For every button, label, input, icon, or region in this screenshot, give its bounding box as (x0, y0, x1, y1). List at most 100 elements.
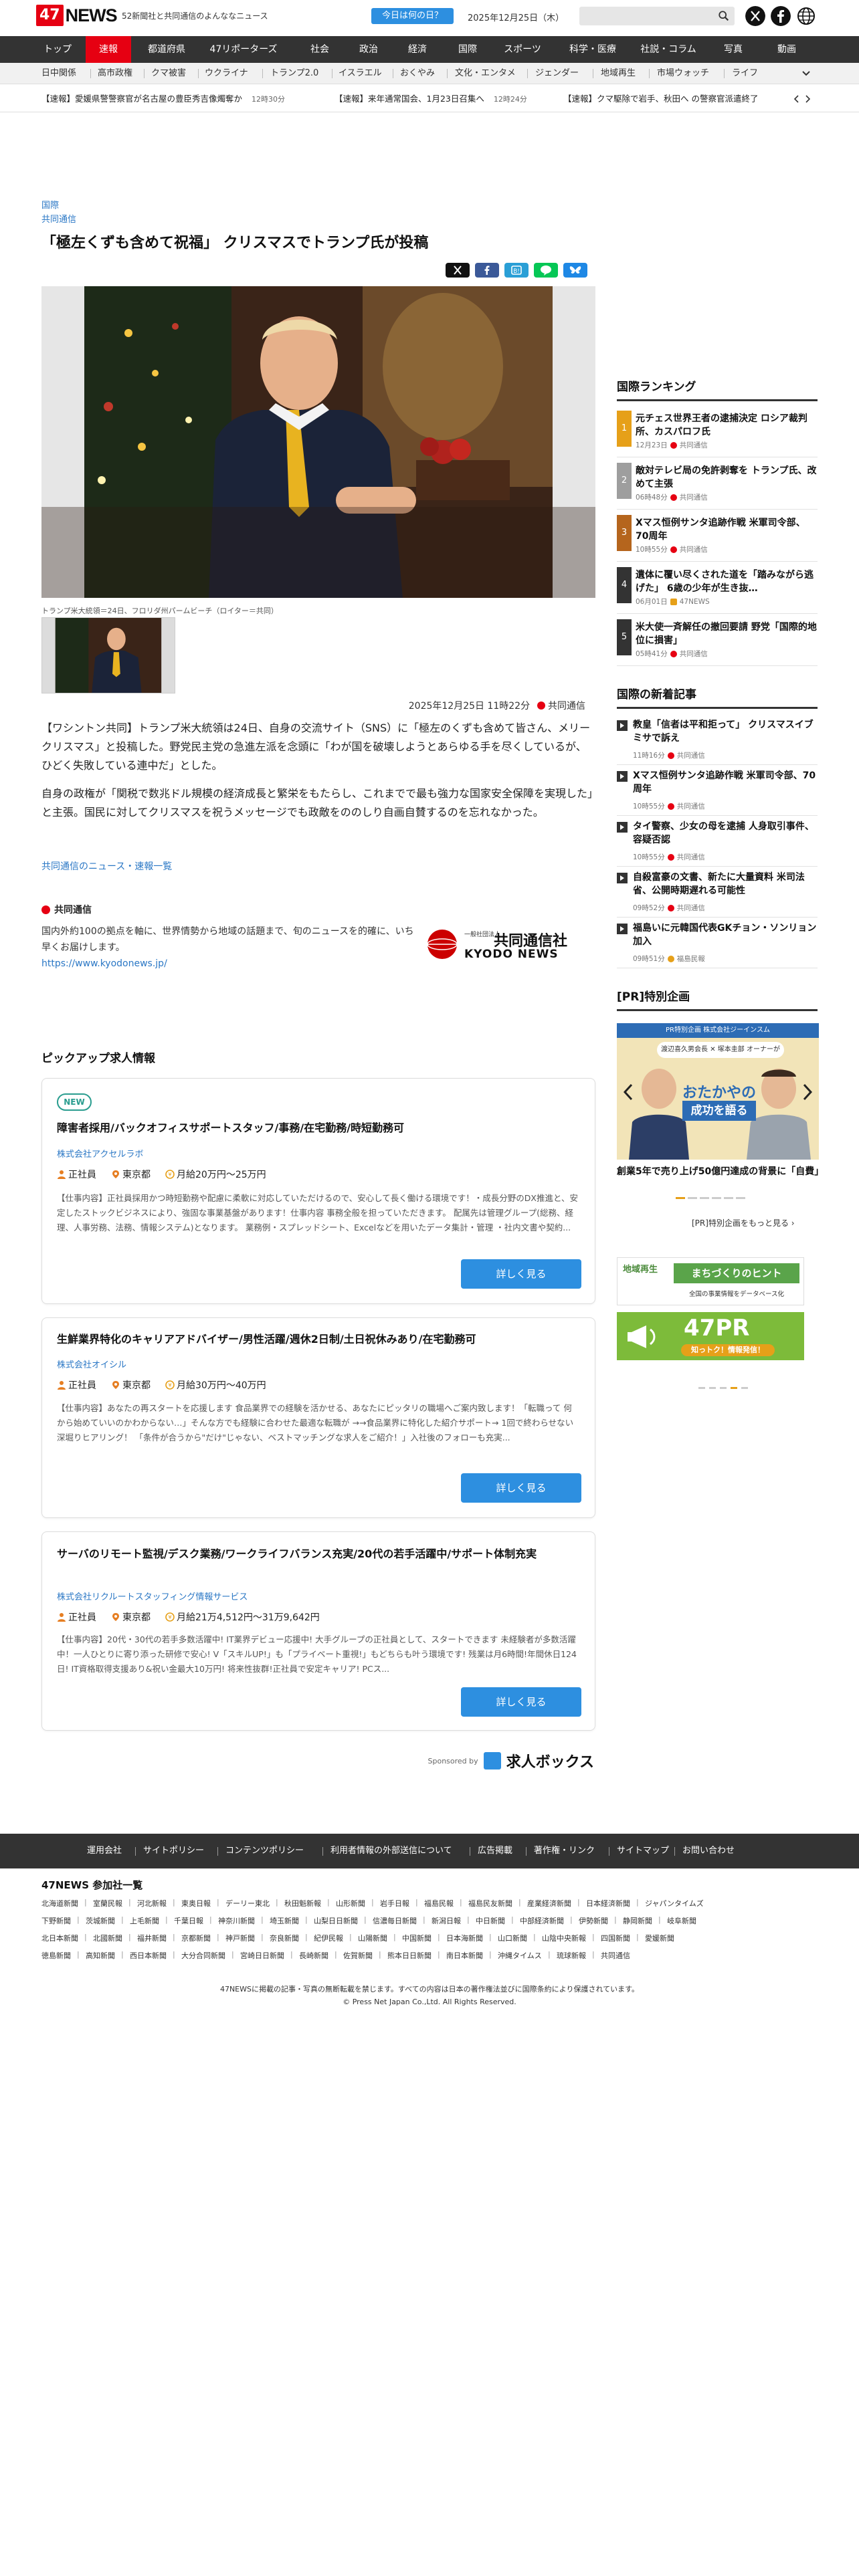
sponsor-credit[interactable]: Sponsored by 求人ボックス (424, 1751, 594, 1771)
member-link[interactable]: 福井新聞 (137, 1933, 167, 1943)
facebook-icon[interactable] (771, 6, 791, 26)
footer-link[interactable]: お問い合わせ (682, 1834, 735, 1868)
member-link[interactable]: 室蘭民報 (93, 1898, 122, 1909)
member-link[interactable]: 秋田魁新報 (284, 1898, 321, 1909)
share-line-icon[interactable] (534, 263, 558, 278)
ranking-item[interactable]: 3 Xマス恒例サンタ追跡作戦 米軍司令部、70周年 10時55分 共同通信 (617, 515, 818, 562)
member-link[interactable]: 中国新聞 (402, 1933, 432, 1943)
chevron-right-icon[interactable] (804, 95, 811, 103)
site-logo[interactable]: 47 NEWS (36, 4, 118, 27)
member-link[interactable]: 奈良新聞 (270, 1933, 299, 1943)
topic-item[interactable]: 市場ウォッチ (657, 63, 709, 84)
member-link[interactable]: 山梨日日新聞 (314, 1915, 358, 1926)
share-x-icon[interactable] (446, 263, 470, 278)
member-link[interactable]: デーリー東北 (225, 1898, 270, 1909)
member-link[interactable]: 佐賀新聞 (343, 1950, 373, 1961)
nav-item-society[interactable]: 社会 (294, 36, 345, 63)
ticker-item[interactable]: 【速報】来年通常国会、1月23日召集へ 12時24分 (335, 86, 527, 112)
topic-item[interactable]: トランプ2.0 (270, 63, 318, 84)
newest-item[interactable]: 教皇「信者は平和拒って」 クリスマスイブミサで訴え 11時16分 共同通信 (617, 718, 818, 765)
member-link[interactable]: 徳島新聞 (41, 1950, 71, 1961)
ad-banner-47pr[interactable]: 47PR 知っトク！情報発信！ (617, 1312, 804, 1360)
member-link[interactable]: 東奥日報 (181, 1898, 211, 1909)
ticker-item[interactable]: 【速報】クマ駆除で岩手、秋田へ の警察官派遣終了 (563, 86, 758, 112)
photo-thumbnail[interactable] (41, 617, 175, 693)
provider-url-link[interactable]: https://www.kyodonews.jp/ (41, 958, 167, 969)
member-link[interactable]: 上毛新聞 (130, 1915, 159, 1926)
member-link[interactable]: 南日本新聞 (446, 1950, 483, 1961)
footer-link[interactable]: 利用者情報の外部送信について (330, 1834, 452, 1868)
member-link[interactable]: 日本経済新聞 (586, 1898, 630, 1909)
topic-item[interactable]: 文化・エンタメ (455, 63, 516, 84)
search-icon[interactable] (718, 10, 730, 22)
nav-item-international[interactable]: 国際 (443, 36, 492, 63)
nav-item-video[interactable]: 動画 (763, 36, 811, 63)
job-details-button[interactable]: 詳しく見る (461, 1259, 581, 1289)
footer-link[interactable]: サイトマップ (617, 1834, 669, 1868)
ranking-item[interactable]: 2 敵対テレビ局の免許剥奪を トランプ氏、改めて主張 06時48分 共同通信 (617, 463, 818, 510)
nav-item-science[interactable]: 科学・医療 (559, 36, 626, 63)
member-link[interactable]: 下野新聞 (41, 1915, 71, 1926)
ranking-item[interactable]: 5 米大使一斉解任の撤回要請 野党「国際的地位に損害」 05時41分 共同通信 (617, 619, 818, 666)
ranking-item[interactable]: 4 遺体に覆い尽くされた道を「踏みながら逃げた」 6歳の少年が生き抜… 06月0… (617, 567, 818, 614)
nav-item-sports[interactable]: スポーツ (492, 36, 553, 63)
member-link[interactable]: 中部経済新聞 (520, 1915, 564, 1926)
share-bluesky-icon[interactable] (563, 263, 587, 278)
member-link[interactable]: 北國新聞 (93, 1933, 122, 1943)
globe-icon[interactable] (796, 6, 816, 26)
article-category[interactable]: 国際 (41, 198, 59, 211)
member-link[interactable]: ジャパンタイムズ (645, 1898, 704, 1909)
job-title[interactable]: 生鮮業界特化のキャリアアドバイザー/男性活躍/週休2日制/土日祝休みあり/在宅勤… (57, 1330, 585, 1349)
topic-item[interactable]: クマ被害 (151, 63, 186, 84)
member-link[interactable]: 神奈川新聞 (218, 1915, 255, 1926)
pr-carousel[interactable]: PR特別企画 株式会社ジーインスム 渡辺喜久男会長 ✕ 塚本圭部 オーナーが お… (617, 1023, 819, 1160)
footer-link[interactable]: 運用会社 (87, 1834, 122, 1868)
nav-item-economy[interactable]: 経済 (393, 36, 442, 63)
job-details-button[interactable]: 詳しく見る (461, 1473, 581, 1503)
member-link[interactable]: 河北新報 (137, 1898, 167, 1909)
topic-item[interactable]: ウクライナ (205, 63, 248, 84)
footer-link[interactable]: コンテンツポリシー (225, 1834, 304, 1868)
member-link[interactable]: 千葉日報 (174, 1915, 203, 1926)
ranking-item[interactable]: 1 元チェス世界王者の逮捕決定 ロシア裁判所、カスパロフ氏 12月23日 共同通信 (617, 411, 818, 457)
member-link[interactable]: 福島民報 (424, 1898, 454, 1909)
member-link[interactable]: 北日本新聞 (41, 1933, 78, 1943)
footer-link[interactable]: 広告掲載 (478, 1834, 512, 1868)
topic-item[interactable]: おくやみ (400, 63, 435, 84)
member-link[interactable]: 熊本日日新聞 (387, 1950, 432, 1961)
member-link[interactable]: 中日新聞 (476, 1915, 505, 1926)
nav-item-politics[interactable]: 政治 (345, 36, 392, 63)
job-title[interactable]: サーバのリモート監視/デスク業務/ワークライフバランス充実/20代の若手活躍中/… (57, 1544, 585, 1564)
search-input[interactable] (579, 7, 735, 25)
member-link[interactable]: 伊勢新聞 (579, 1915, 608, 1926)
member-link[interactable]: 福島民友新聞 (468, 1898, 512, 1909)
carousel-prev-icon[interactable] (622, 1083, 634, 1101)
footer-link[interactable]: サイトポリシー (143, 1834, 204, 1868)
pr-caption[interactable]: 創業5年で売り上げ50億円達成の背景に「自費」の精神 渡辺喜久男会長… (617, 1165, 819, 1178)
member-link[interactable]: 愛媛新聞 (645, 1933, 674, 1943)
member-link[interactable]: 神戸新聞 (225, 1933, 255, 1943)
carousel-dots[interactable] (676, 1197, 756, 1200)
member-link[interactable]: 紀伊民報 (314, 1933, 343, 1943)
job-card[interactable]: 生鮮業界特化のキャリアアドバイザー/男性活躍/週休2日制/土日祝休みあり/在宅勤… (41, 1317, 595, 1518)
carousel-next-icon[interactable] (801, 1083, 814, 1101)
chevron-down-icon[interactable] (801, 70, 811, 78)
member-link[interactable]: 長崎新聞 (299, 1950, 328, 1961)
topic-item[interactable]: 日中関係 (41, 63, 76, 84)
member-link[interactable]: 京都新聞 (181, 1933, 211, 1943)
topic-item[interactable]: イスラエル (339, 63, 382, 84)
member-link[interactable]: 山陽新聞 (358, 1933, 387, 1943)
share-hatena-icon[interactable]: B! (504, 263, 529, 278)
member-link[interactable]: 共同通信 (601, 1950, 630, 1961)
nav-item-breaking[interactable]: 速報 (86, 36, 131, 63)
topic-item[interactable]: ライフ (732, 63, 758, 84)
member-link[interactable]: 山陰中央新報 (542, 1933, 586, 1943)
topic-item[interactable]: ジェンダー (535, 63, 579, 84)
newest-item[interactable]: 自殺富豪の文書、新たに大量資料 米司法省、公開時期遅れる可能性 09時52分 共同… (617, 871, 818, 918)
pr-more-link[interactable]: [PR]特別企画をもっと見る › (692, 1217, 795, 1228)
today-in-history-button[interactable]: 今日は何の日？ (371, 8, 454, 24)
article-source[interactable]: 共同通信 (41, 212, 76, 225)
member-link[interactable]: 沖縄タイムス (498, 1950, 542, 1961)
nav-item-prefectures[interactable]: 都道府県 (138, 36, 195, 63)
member-link[interactable]: 宮崎日日新聞 (240, 1950, 284, 1961)
